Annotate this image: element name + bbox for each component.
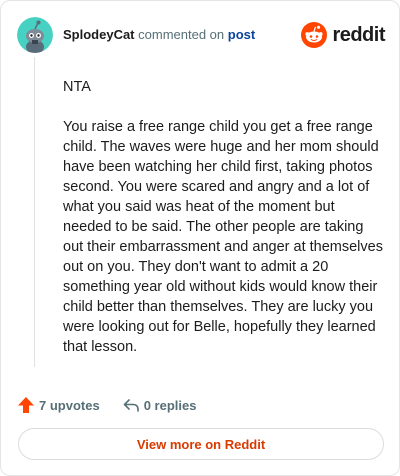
comment-paragraph: You raise a free range child you get a f… bbox=[63, 119, 383, 355]
post-link[interactable]: post bbox=[228, 27, 255, 42]
thread-line bbox=[34, 57, 35, 367]
comment-actions: 7 upvotes 0 replies bbox=[17, 395, 196, 415]
comment-paragraph: NTA bbox=[63, 79, 91, 95]
comment-action-text: commented on bbox=[138, 27, 225, 42]
comment-body: NTA You raise a free range child you get… bbox=[63, 77, 383, 377]
replies-button[interactable]: 0 replies bbox=[122, 396, 197, 414]
reddit-brand[interactable]: reddit bbox=[301, 22, 385, 48]
comment-author[interactable]: SplodeyCat bbox=[63, 27, 135, 42]
comment-meta: SplodeyCat commented on post bbox=[63, 27, 255, 43]
upvote-count: 7 upvotes bbox=[39, 397, 100, 413]
embedded-comment-card: SplodeyCat commented on post reddit NTA … bbox=[0, 0, 400, 476]
reply-arrow-icon bbox=[123, 399, 139, 412]
view-more-button[interactable]: View more on Reddit bbox=[18, 428, 384, 460]
upvote-arrow-icon bbox=[18, 397, 34, 413]
snoo-avatar-icon[interactable] bbox=[17, 17, 53, 53]
reddit-logo-icon bbox=[301, 22, 328, 48]
reply-count: 0 replies bbox=[143, 397, 197, 413]
upvote-button[interactable]: 7 upvotes bbox=[17, 396, 100, 414]
comment-header: SplodeyCat commented on post reddit bbox=[17, 15, 385, 55]
reddit-wordmark: reddit bbox=[332, 24, 385, 46]
